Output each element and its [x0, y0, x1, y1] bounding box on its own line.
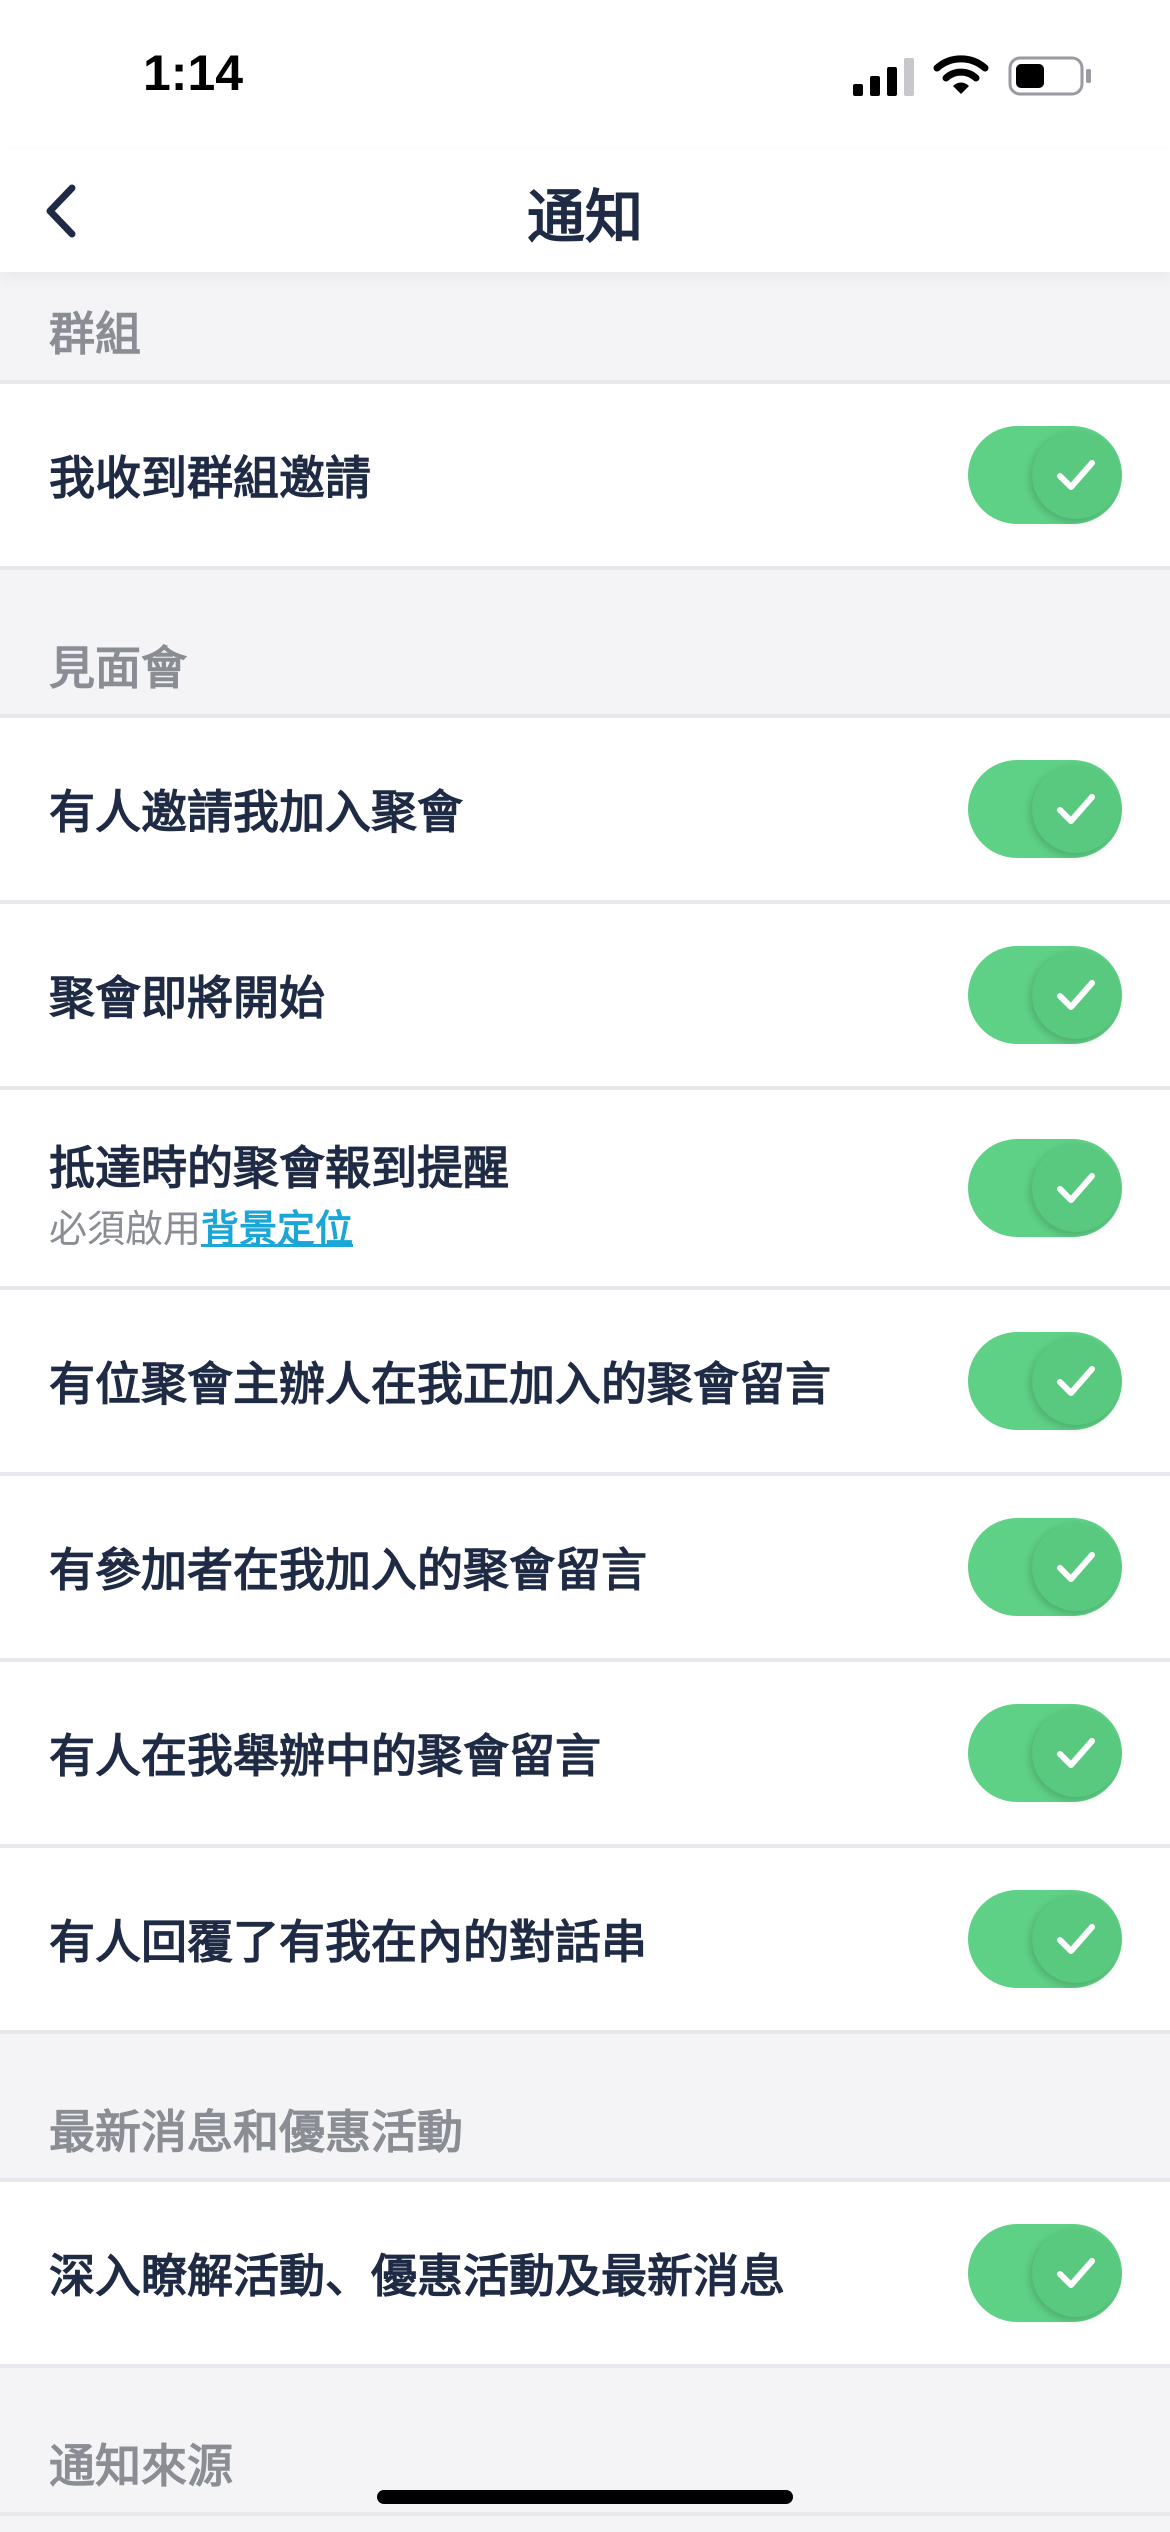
- section-title: 通知來源: [49, 2439, 233, 2493]
- setting-row-attendee-comment: 有參加者在我加入的聚會留言: [0, 1476, 1170, 1662]
- setting-label: 抵達時的聚會報到提醒: [49, 1141, 509, 1195]
- toggle-knob: [1032, 431, 1120, 519]
- toggle-switch[interactable]: [968, 760, 1122, 858]
- section-header-meetups: 見面會: [0, 570, 1170, 718]
- checkmark-icon: [1057, 1552, 1095, 1582]
- setting-row-meetup-invite: 有人邀請我加入聚會: [0, 718, 1170, 904]
- navigation-bar: 通知: [0, 150, 1170, 272]
- toggle-knob: [1032, 951, 1120, 1039]
- setting-label: 聚會即將開始: [49, 971, 325, 1025]
- section-title: 見面會: [49, 641, 187, 695]
- setting-label: 有位聚會主辦人在我正加入的聚會留言: [49, 1357, 831, 1411]
- toggle-knob: [1032, 765, 1120, 853]
- toggle-switch[interactable]: [968, 426, 1122, 524]
- setting-label: 有人回覆了有我在內的對話串: [49, 1915, 647, 1969]
- toggle-knob: [1032, 1337, 1120, 1425]
- section-title: 群組: [49, 307, 141, 361]
- setting-row-news-offers: 深入瞭解活動、優惠活動及最新消息: [0, 2182, 1170, 2368]
- setting-row-checkin-reminder: 抵達時的聚會報到提醒 必須啟用背景定位: [0, 1090, 1170, 1290]
- toggle-knob: [1032, 2229, 1120, 2317]
- checkmark-icon: [1057, 1738, 1095, 1768]
- toggle-switch[interactable]: [968, 946, 1122, 1044]
- setting-row-group-invite: 我收到群組邀請: [0, 384, 1170, 570]
- setting-row-organizer-comment: 有位聚會主辦人在我正加入的聚會留言: [0, 1290, 1170, 1476]
- checkmark-icon: [1057, 1366, 1095, 1396]
- setting-row-thread-reply: 有人回覆了有我在內的對話串: [0, 1848, 1170, 2034]
- setting-label: 我收到群組邀請: [49, 451, 371, 505]
- section-header-news: 最新消息和優惠活動: [0, 2034, 1170, 2182]
- background-location-link[interactable]: 背景定位: [201, 1207, 353, 1251]
- toggle-knob: [1032, 1709, 1120, 1797]
- toggle-switch[interactable]: [968, 1518, 1122, 1616]
- toggle-switch[interactable]: [968, 1890, 1122, 1988]
- checkmark-icon: [1057, 1924, 1095, 1954]
- checkmark-icon: [1057, 2258, 1095, 2288]
- wifi-icon: [933, 55, 989, 94]
- home-indicator[interactable]: [377, 2490, 793, 2504]
- toggle-knob: [1032, 1895, 1120, 1983]
- status-time: 1:14: [143, 45, 244, 101]
- section-header-groups: 群組: [0, 272, 1170, 384]
- checkmark-icon: [1057, 1173, 1095, 1203]
- setting-row-meetup-starting: 聚會即將開始: [0, 904, 1170, 1090]
- checkmark-icon: [1057, 794, 1095, 824]
- toggle-knob: [1032, 1523, 1120, 1611]
- status-bar: 1:14: [0, 0, 1170, 150]
- setting-label: 有人邀請我加入聚會: [49, 785, 463, 839]
- toggle-knob: [1032, 1144, 1120, 1232]
- toggle-switch[interactable]: [968, 1704, 1122, 1802]
- setting-sublabel: 必須啟用背景定位: [49, 1198, 353, 1253]
- battery-icon: [1008, 56, 1091, 96]
- sublabel-text: 必須啟用: [49, 1207, 202, 1251]
- setting-label: 有參加者在我加入的聚會留言: [49, 1543, 647, 1597]
- toggle-switch[interactable]: [968, 1332, 1122, 1430]
- setting-label: 深入瞭解活動、優惠活動及最新消息: [49, 2249, 785, 2303]
- settings-list: 群組 我收到群組邀請 見面會 有人邀請我加入聚會 聚會即將開始 抵達時的聚會報到…: [0, 272, 1170, 2516]
- toggle-switch[interactable]: [968, 2224, 1122, 2322]
- setting-row-hosted-comment: 有人在我舉辦中的聚會留言: [0, 1662, 1170, 1848]
- checkmark-icon: [1057, 980, 1095, 1010]
- section-title: 最新消息和優惠活動: [49, 2105, 463, 2159]
- checkmark-icon: [1057, 460, 1095, 490]
- setting-label: 有人在我舉辦中的聚會留言: [49, 1729, 601, 1783]
- toggle-switch[interactable]: [968, 1139, 1122, 1237]
- page-title: 通知: [526, 183, 643, 251]
- cellular-signal-icon: [853, 58, 914, 96]
